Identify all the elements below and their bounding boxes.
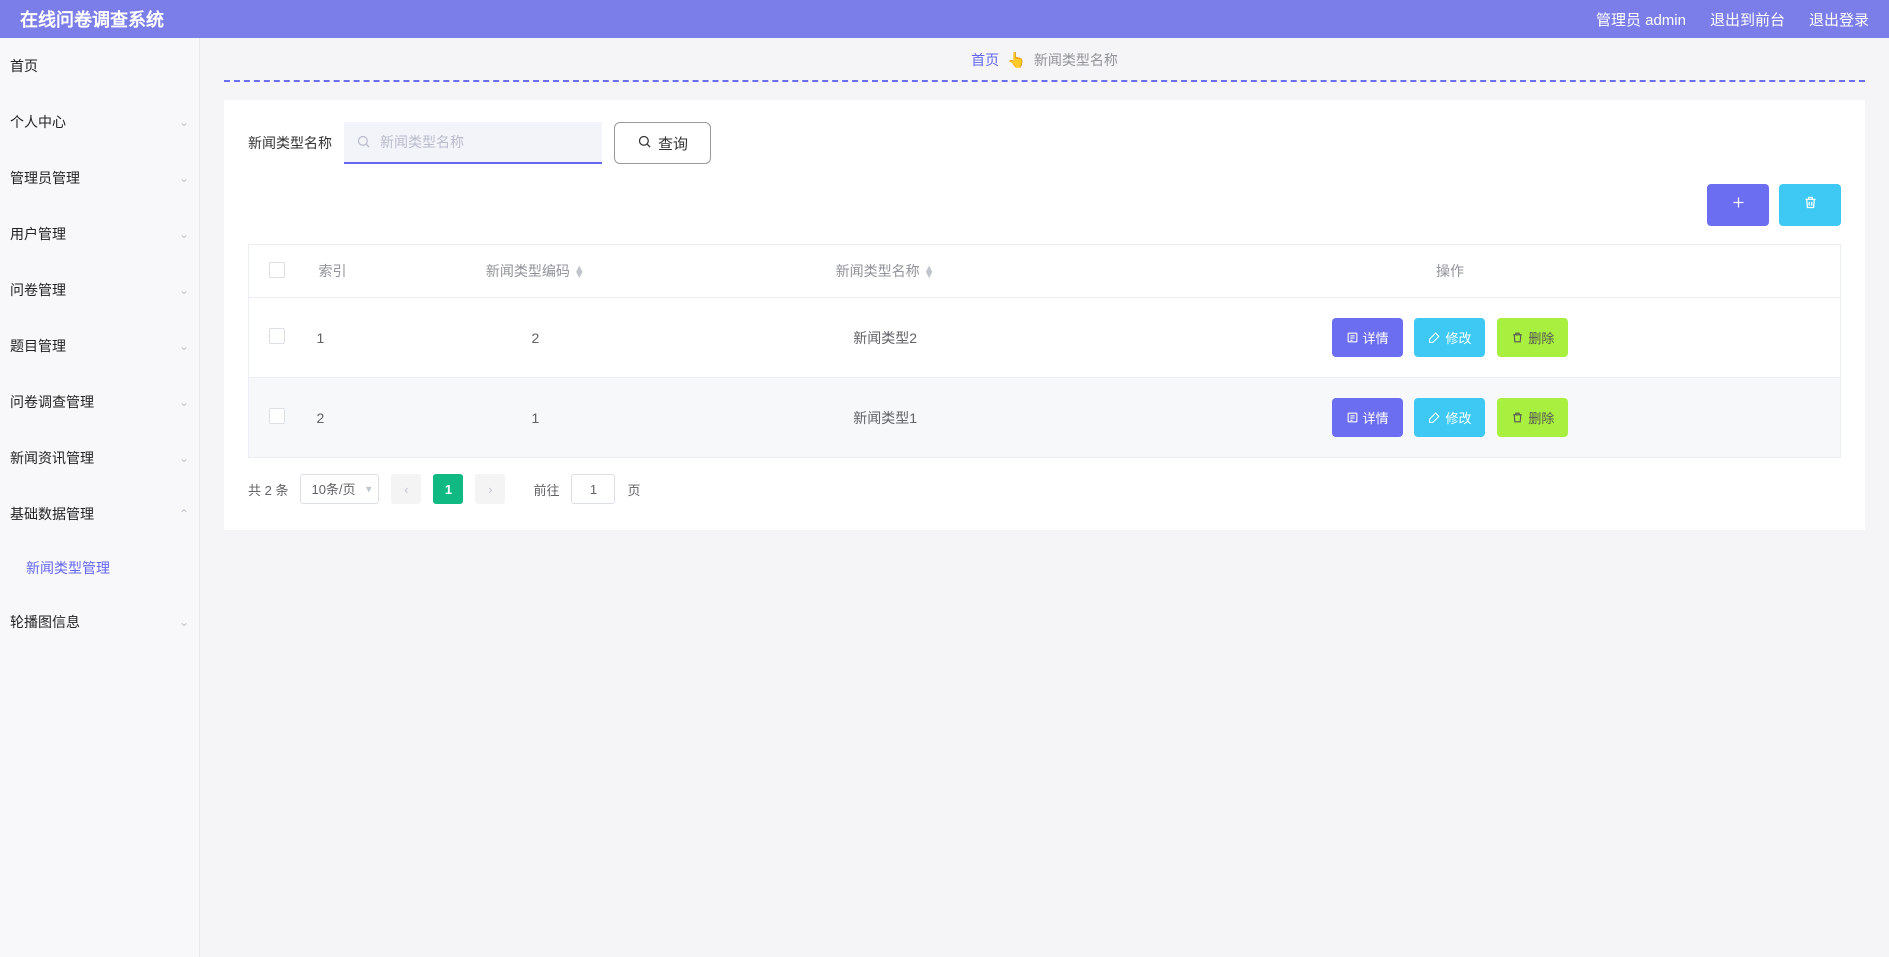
chevron-down-icon: ⌄ [179, 283, 189, 297]
page-number-button[interactable]: 1 [433, 474, 463, 504]
search-input[interactable] [344, 122, 602, 164]
page-total: 共 2 条 [248, 480, 288, 499]
checkbox-row[interactable] [269, 328, 285, 344]
sidebar: 首页 个人中心 ⌄ 管理员管理 ⌄ 用户管理 ⌄ 问卷管理 ⌄ 题目管理 ⌄ 问… [0, 38, 200, 957]
cell-name: 新闻类型2 [710, 298, 1060, 378]
table-row: 1 2 新闻类型2 详情 修改 删除 [249, 298, 1841, 378]
delete-button[interactable]: 删除 [1497, 398, 1568, 437]
sidebar-item-survey-mgmt[interactable]: 问卷调查管理 ⌄ [0, 374, 199, 430]
sidebar-item-news[interactable]: 新闻资讯管理 ⌄ [0, 430, 199, 486]
th-code[interactable]: 新闻类型编码▲▼ [361, 245, 711, 298]
sidebar-item-personal[interactable]: 个人中心 ⌄ [0, 94, 199, 150]
table-row: 2 1 新闻类型1 详情 修改 删除 [249, 378, 1841, 458]
cell-name: 新闻类型1 [710, 378, 1060, 458]
edit-button[interactable]: 修改 [1414, 318, 1485, 357]
edit-button[interactable]: 修改 [1414, 398, 1485, 437]
sidebar-item-label: 问卷管理 [10, 280, 66, 300]
search-icon [356, 134, 371, 152]
sidebar-sub-newstype[interactable]: 新闻类型管理 [0, 542, 199, 594]
cell-code: 1 [361, 378, 711, 458]
hand-icon: 👆 [1007, 51, 1026, 69]
breadcrumb-home[interactable]: 首页 [971, 50, 999, 70]
search-icon [637, 134, 652, 153]
logout-link[interactable]: 退出登录 [1809, 9, 1869, 30]
checkbox-all[interactable] [269, 262, 285, 278]
chevron-down-icon: ⌄ [179, 395, 189, 409]
sidebar-sub-label: 新闻类型管理 [26, 560, 110, 576]
app-title: 在线问卷调查系统 [20, 6, 164, 32]
admin-label[interactable]: 管理员 admin [1596, 9, 1686, 30]
pagination: 共 2 条 10条/页 ‹ 1 › 前往 页 [224, 458, 1865, 504]
sidebar-item-user[interactable]: 用户管理 ⌄ [0, 206, 199, 262]
toolbar [224, 184, 1865, 244]
divider [224, 80, 1865, 82]
sidebar-home-label: 首页 [10, 56, 38, 76]
sidebar-item-carousel[interactable]: 轮播图信息 ⌄ [0, 594, 199, 650]
delete-button[interactable]: 删除 [1497, 318, 1568, 357]
chevron-down-icon: ⌄ [179, 227, 189, 241]
th-name[interactable]: 新闻类型名称▲▼ [710, 245, 1060, 298]
sort-icon: ▲▼ [574, 266, 585, 278]
detail-button[interactable]: 详情 [1332, 398, 1403, 437]
sidebar-item-admin[interactable]: 管理员管理 ⌄ [0, 150, 199, 206]
th-action: 操作 [1060, 245, 1841, 298]
data-table: 索引 新闻类型编码▲▼ 新闻类型名称▲▼ 操作 1 2 新闻类型2 详情 修改 … [248, 244, 1841, 458]
query-button-label: 查询 [658, 133, 688, 154]
search-label: 新闻类型名称 [248, 133, 332, 153]
plus-icon [1731, 195, 1746, 215]
page-prev-button[interactable]: ‹ [391, 474, 421, 504]
cell-actions: 详情 修改 删除 [1060, 378, 1841, 458]
cell-index: 2 [305, 378, 361, 458]
sidebar-item-label: 个人中心 [10, 112, 66, 132]
checkbox-row[interactable] [269, 408, 285, 424]
query-button[interactable]: 查询 [614, 122, 711, 164]
sidebar-home[interactable]: 首页 [0, 38, 199, 94]
search-row: 新闻类型名称 查询 [224, 122, 1865, 184]
chevron-up-icon: ⌃ [179, 507, 189, 521]
add-button[interactable] [1707, 184, 1769, 226]
goto-suffix: 页 [627, 480, 640, 499]
trash-icon [1803, 195, 1818, 215]
sidebar-item-label: 新闻资讯管理 [10, 448, 94, 468]
cell-index: 1 [305, 298, 361, 378]
page-next-button[interactable]: › [475, 474, 505, 504]
sidebar-item-label: 题目管理 [10, 336, 66, 356]
breadcrumb: 首页 👆 新闻类型名称 [200, 38, 1889, 80]
chevron-down-icon: ⌄ [179, 451, 189, 465]
detail-button[interactable]: 详情 [1332, 318, 1403, 357]
batch-delete-button[interactable] [1779, 184, 1841, 226]
sidebar-item-label: 轮播图信息 [10, 612, 80, 632]
chevron-down-icon: ⌄ [179, 115, 189, 129]
sidebar-item-label: 问卷调查管理 [10, 392, 94, 412]
chevron-left-icon: ‹ [404, 482, 408, 497]
app-header: 在线问卷调查系统 管理员 admin 退出到前台 退出登录 [0, 0, 1889, 38]
sidebar-item-survey[interactable]: 问卷管理 ⌄ [0, 262, 199, 318]
cell-code: 2 [361, 298, 711, 378]
th-index: 索引 [305, 245, 361, 298]
header-right: 管理员 admin 退出到前台 退出登录 [1596, 9, 1869, 30]
sidebar-item-label: 基础数据管理 [10, 504, 94, 524]
breadcrumb-current: 新闻类型名称 [1034, 50, 1118, 70]
sidebar-item-label: 管理员管理 [10, 168, 80, 188]
page-goto-input[interactable] [571, 474, 615, 504]
cell-actions: 详情 修改 删除 [1060, 298, 1841, 378]
sidebar-item-label: 用户管理 [10, 224, 66, 244]
chevron-right-icon: › [488, 482, 492, 497]
main-content: 首页 👆 新闻类型名称 新闻类型名称 查询 [200, 38, 1889, 957]
sidebar-item-question[interactable]: 题目管理 ⌄ [0, 318, 199, 374]
chevron-down-icon: ⌄ [179, 615, 189, 629]
to-front-link[interactable]: 退出到前台 [1710, 9, 1785, 30]
goto-prefix: 前往 [533, 480, 559, 499]
sort-icon: ▲▼ [924, 266, 935, 278]
sidebar-item-basedata[interactable]: 基础数据管理 ⌃ [0, 486, 199, 542]
page-size-select[interactable]: 10条/页 [300, 474, 379, 504]
chevron-down-icon: ⌄ [179, 171, 189, 185]
chevron-down-icon: ⌄ [179, 339, 189, 353]
